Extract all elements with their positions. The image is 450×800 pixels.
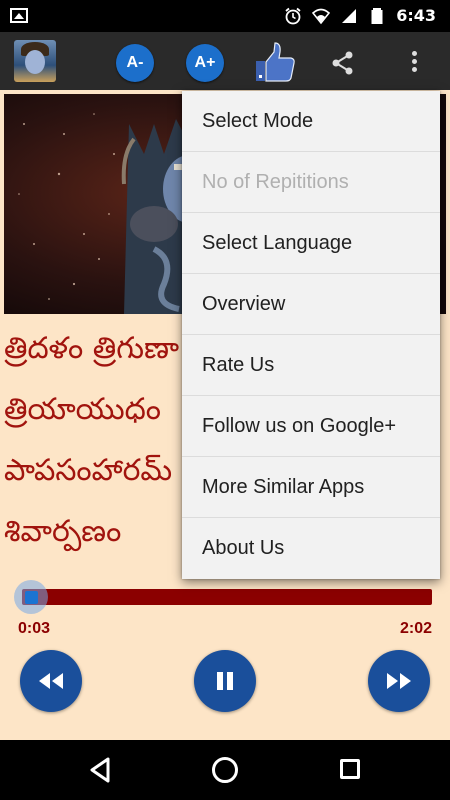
signal-icon <box>342 8 357 23</box>
status-icons: 6:43 <box>284 6 436 25</box>
home-icon[interactable] <box>212 757 238 783</box>
avatar-face <box>25 50 45 74</box>
back-icon[interactable] <box>88 757 112 783</box>
like-icon[interactable] <box>253 40 297 84</box>
wifi-icon <box>312 8 331 24</box>
overflow-menu-icon[interactable] <box>404 48 424 76</box>
menu-item-more-similar-apps[interactable]: More Similar Apps <box>182 457 440 518</box>
menu-item-select-language[interactable]: Select Language <box>182 213 440 274</box>
app-avatar[interactable] <box>14 40 56 82</box>
menu-item-about-us[interactable]: About Us <box>182 518 440 579</box>
fast-forward-icon <box>387 673 411 689</box>
status-time: 6:43 <box>396 6 436 25</box>
rewind-icon <box>39 673 63 689</box>
font-decrease-button[interactable]: A- <box>116 44 154 82</box>
share-icon[interactable] <box>330 50 356 76</box>
current-time: 0:03 <box>18 620 51 637</box>
pause-button[interactable] <box>194 650 256 712</box>
image-icon <box>10 8 28 23</box>
menu-item-select-mode[interactable]: Select Mode <box>182 91 440 152</box>
overflow-menu: Select Mode No of Repititions Select Lan… <box>182 91 440 579</box>
menu-item-no-of-repetitions: No of Repititions <box>182 152 440 213</box>
rewind-button[interactable] <box>20 650 82 712</box>
menu-item-follow-google-plus[interactable]: Follow us on Google+ <box>182 396 440 457</box>
pause-icon <box>217 672 233 690</box>
recents-icon[interactable] <box>340 759 360 779</box>
fast-forward-button[interactable] <box>368 650 430 712</box>
battery-icon <box>371 7 383 24</box>
alarm-icon <box>285 7 301 24</box>
seekbar-thumb[interactable] <box>25 591 38 604</box>
menu-item-rate-us[interactable]: Rate Us <box>182 335 440 396</box>
seekbar[interactable] <box>22 589 432 605</box>
total-time: 2:02 <box>399 620 432 637</box>
status-bar: 6:43 <box>0 0 450 32</box>
navigation-bar <box>0 740 450 800</box>
menu-item-overview[interactable]: Overview <box>182 274 440 335</box>
toolbar: A- A+ <box>0 32 450 90</box>
font-increase-button[interactable]: A+ <box>186 44 224 82</box>
